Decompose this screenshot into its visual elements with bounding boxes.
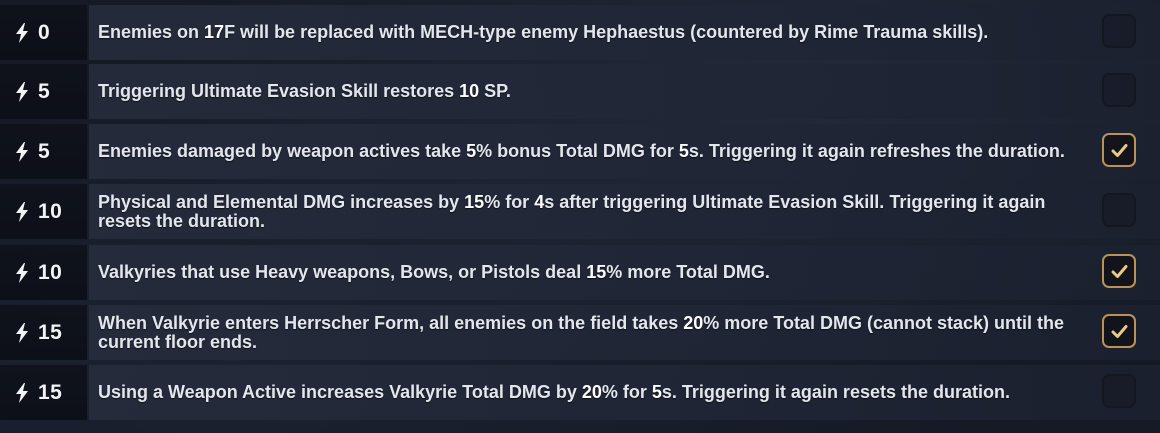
description-text: Triggering Ultimate Evasion Skill restor… <box>98 81 460 101</box>
description-text: s. Triggering it again resets the durati… <box>661 382 1010 402</box>
cost-value: 5 <box>38 79 51 103</box>
buff-description: Enemies on 17F will be replaced with MEC… <box>98 23 1088 42</box>
select-checkbox[interactable] <box>1102 72 1136 107</box>
cost-value: 15 <box>38 380 63 404</box>
lightning-bolt-icon <box>14 201 30 222</box>
select-checkbox[interactable] <box>1102 253 1136 288</box>
description-text: When Valkyrie enters Herrscher Form, all… <box>98 312 684 333</box>
cost-cell: 15 <box>0 305 87 360</box>
cost-value: 10 <box>38 199 63 223</box>
description-text: F will be replaced with MECH-type enemy … <box>224 22 989 42</box>
buff-description-cell: Enemies damaged by weapon actives take 5… <box>89 124 1160 179</box>
buff-row[interactable]: 10 Valkyries that use Heavy weapons, Bows… <box>0 245 1160 300</box>
lightning-bolt-icon <box>14 262 30 283</box>
highlight-value: 5 <box>651 382 662 402</box>
checkmark-icon <box>1111 323 1128 340</box>
description-text: % bonus Total DMG for <box>476 141 679 161</box>
highlight-value: 20 <box>581 382 602 402</box>
buff-row[interactable]: 5 Triggering Ultimate Evasion Skill resto… <box>0 64 1160 119</box>
buff-description-cell: Enemies on 17F will be replaced with MEC… <box>89 5 1160 60</box>
cost-value: 5 <box>38 139 51 163</box>
description-text: % for <box>601 382 652 402</box>
cost-cell: 5 <box>0 124 87 179</box>
buff-description: Using a Weapon Active increases Valkyrie… <box>98 383 1088 402</box>
buff-description: Valkyries that use Heavy weapons, Bows, … <box>98 263 1088 282</box>
lightning-bolt-icon <box>14 322 30 343</box>
cost-cell: 0 <box>0 5 87 60</box>
select-checkbox[interactable] <box>1102 373 1136 408</box>
buff-description-cell: Triggering Ultimate Evasion Skill restor… <box>89 64 1160 119</box>
cost-cell: 5 <box>0 64 87 119</box>
highlight-value: 15 <box>586 262 607 282</box>
description-text: SP. <box>479 81 511 101</box>
select-checkbox[interactable] <box>1102 313 1136 348</box>
select-checkbox[interactable] <box>1102 13 1136 48</box>
description-text: s. Triggering it again refreshes the dur… <box>688 141 1065 161</box>
buff-description-cell: Using a Weapon Active increases Valkyrie… <box>89 365 1160 420</box>
lightning-bolt-icon <box>14 22 30 43</box>
buff-description-cell: When Valkyrie enters Herrscher Form, all… <box>89 305 1160 360</box>
lightning-bolt-icon <box>14 141 30 162</box>
buff-description-cell: Physical and Elemental DMG increases by … <box>89 184 1160 239</box>
buff-row[interactable]: 5 Enemies damaged by weapon actives take … <box>0 124 1160 179</box>
checkmark-icon <box>1111 263 1128 280</box>
description-text: Valkyries that use Heavy weapons, Bows, … <box>98 262 587 282</box>
lightning-bolt-icon <box>14 81 30 102</box>
buff-list: 0 Enemies on 17F will be replaced with ME… <box>0 0 1160 433</box>
description-text: Using a Weapon Active increases Valkyrie… <box>98 382 582 402</box>
cost-cell: 10 <box>0 245 87 300</box>
buff-description-cell: Valkyries that use Heavy weapons, Bows, … <box>89 245 1160 300</box>
cost-value: 15 <box>38 320 63 344</box>
buff-description: Enemies damaged by weapon actives take 5… <box>98 142 1088 161</box>
description-text: Physical and Elemental DMG increases by <box>98 191 465 212</box>
highlight-value: 20 <box>683 312 704 333</box>
cost-cell: 10 <box>0 184 87 239</box>
description-text: % more Total DMG. <box>606 262 770 282</box>
highlight-value: 10 <box>459 81 480 101</box>
buff-description: Physical and Elemental DMG increases by … <box>98 191 1088 231</box>
highlight-value: 15 <box>464 191 485 212</box>
buff-description: Triggering Ultimate Evasion Skill restor… <box>98 82 1088 101</box>
lightning-bolt-icon <box>14 382 30 403</box>
buff-row[interactable]: 10 Physical and Elemental DMG increases b… <box>0 184 1160 239</box>
checkmark-icon <box>1111 142 1128 159</box>
select-checkbox[interactable] <box>1102 132 1136 167</box>
description-text: % for <box>484 191 535 212</box>
buff-row[interactable]: 15 Using a Weapon Active increases Valkyr… <box>0 365 1160 420</box>
highlight-value: 17 <box>204 22 225 42</box>
select-checkbox[interactable] <box>1102 192 1136 227</box>
description-text: Enemies on <box>98 22 205 42</box>
cost-cell: 15 <box>0 365 87 420</box>
cost-value: 10 <box>38 260 63 284</box>
description-text: Enemies damaged by weapon actives take <box>98 141 467 161</box>
buff-row[interactable]: 15 When Valkyrie enters Herrscher Form, a… <box>0 305 1160 360</box>
cost-value: 0 <box>38 20 51 44</box>
highlight-value: 5 <box>678 141 689 161</box>
buff-description: When Valkyrie enters Herrscher Form, all… <box>98 312 1088 352</box>
highlight-value: 4 <box>534 191 545 212</box>
highlight-value: 5 <box>466 141 477 161</box>
buff-row[interactable]: 0 Enemies on 17F will be replaced with ME… <box>0 5 1160 60</box>
